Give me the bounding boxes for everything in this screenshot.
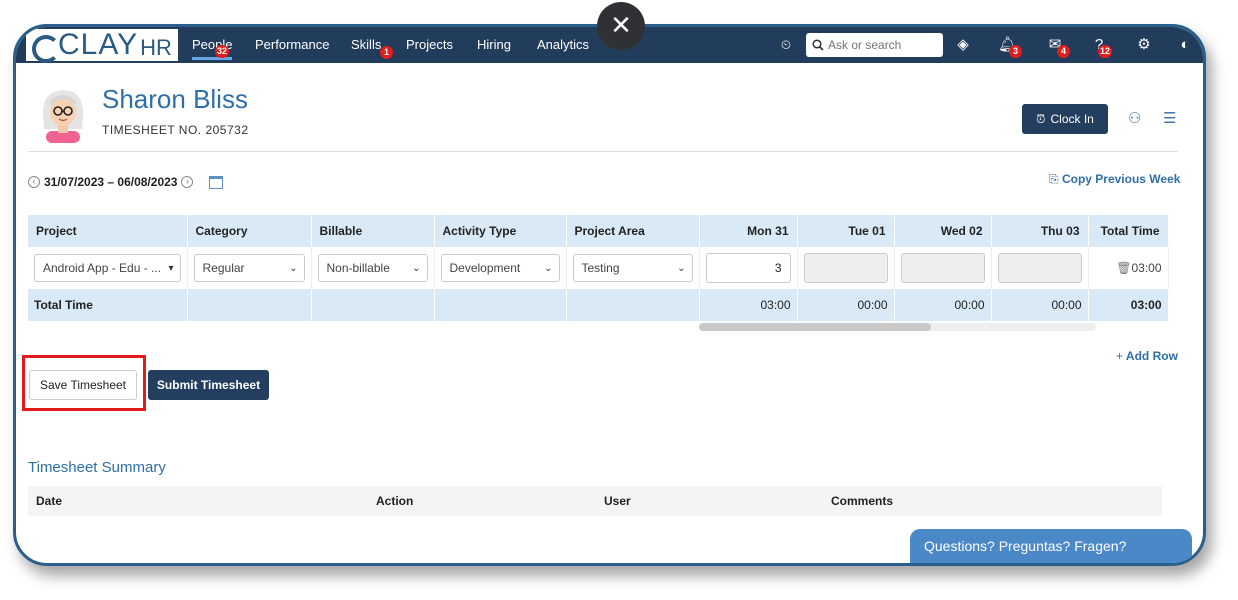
column-header: Project Area [566,215,700,247]
caret-down-icon: ▾ [168,262,174,274]
search-box[interactable] [806,33,943,57]
list-view-icon[interactable]: ☰ [1163,109,1176,127]
close-overlay-button[interactable]: ✕ [597,2,645,50]
copy-previous-week-label: Copy Previous Week [1061,172,1181,186]
nav-hiring[interactable]: Hiring [477,37,511,52]
calendar-icon[interactable] [209,175,224,189]
nav-analytics[interactable]: Analytics [537,37,589,52]
activity-type-select[interactable]: Development ⌄ [440,254,560,282]
summary-column-header: Comments [831,494,894,508]
layers-icon[interactable]: ◈ [954,36,972,54]
logo-mark-icon [30,32,60,63]
timesheet-table: Project Category Billable Activity Type … [28,215,1169,321]
week-range: 31/07/2023 – 06/08/2023 [44,175,178,189]
column-header: Total Time [1088,215,1169,247]
nav-projects[interactable]: Projects [406,37,453,52]
clock-in-label: Clock In [1050,112,1094,126]
column-header: Mon 31 [699,215,798,247]
chevron-down-icon: ⌄ [412,262,421,274]
employee-name: Sharon Bliss [102,84,248,114]
column-header: Activity Type [434,215,567,247]
project-area-select[interactable]: Testing ⌄ [572,254,693,282]
chevron-down-icon: ⌄ [289,262,298,274]
clock-icon[interactable]: ⏲ [777,36,795,54]
nav-performance[interactable]: Performance [255,37,329,52]
chevron-down-icon: ⌄ [677,262,686,274]
column-header: Wed 02 [894,215,992,247]
column-header: Category [187,215,312,247]
profile-icon[interactable]: ⚇ [1128,109,1141,127]
save-timesheet-button[interactable]: Save Timesheet [29,370,137,400]
alarm-clock-icon: ⏰︎ [1036,111,1046,126]
column-header: Billable [311,215,435,247]
row-total: 03:00 [1131,261,1162,275]
table-header-row: Project Category Billable Activity Type … [28,215,1169,247]
summary-column-header: User [604,494,631,508]
submit-timesheet-button[interactable]: Submit Timesheet [148,370,269,400]
summary-column-header: Action [376,494,414,508]
skills-badge: 1 [380,46,393,59]
timesheet-number: TIMESHEET NO. 205732 [102,123,249,137]
mon-hours-input[interactable]: 3 [705,253,791,283]
summary-header-row: Date Action User Comments [28,486,1162,516]
column-header: Thu 03 [991,215,1089,247]
add-row-link[interactable]: + Add Row [1116,349,1178,363]
grand-total: 03:00 [1088,289,1169,321]
mail-badge: 4 [1057,45,1070,58]
activity-type-value: Development [449,261,521,275]
project-area-value: Testing [581,261,620,275]
trash-icon[interactable]: 🗑︎ [1116,261,1131,275]
summary-column-header: Date [36,494,63,508]
project-select[interactable]: Android App - Edu - ... ▾ [34,254,181,282]
thu-hours-input[interactable] [997,253,1082,283]
column-header: Tue 01 [797,215,895,247]
next-week-icon[interactable]: › [181,176,194,188]
tue-total: 00:00 [797,289,895,321]
timesheet-summary-title: Timesheet Summary [28,459,166,476]
copy-previous-week-link[interactable]: ⎘ Copy Previous Week [1049,172,1180,187]
billable-select[interactable]: Non-billable ⌄ [317,254,428,282]
clock-in-button[interactable]: ⏰︎ Clock In [1022,104,1108,134]
wed-hours-input[interactable] [900,253,985,283]
mon-total: 03:00 [699,289,798,321]
add-row-label: Add Row [1125,349,1178,363]
clayhr-logo[interactable]: CLAY HR [26,28,178,63]
table-row: Android App - Edu - ... ▾ Regular ⌄ Non-bi… [28,247,1169,289]
wed-total: 00:00 [894,289,992,321]
horizontal-scrollbar[interactable] [699,323,931,331]
category-select[interactable]: Regular ⌄ [193,254,305,282]
help-badge: 12 [1098,45,1113,58]
tue-hours-input[interactable] [803,253,888,283]
week-selector: ‹ 31/07/2023 – 06/08/2023 › [28,175,224,189]
user-avatar-icon[interactable]: ◐ [1178,36,1192,54]
nav-skills[interactable]: Skills [351,37,381,52]
notifications-badge: 3 [1009,45,1022,58]
app-window: CLAY HR People 32 Performance Skills 1 P… [13,24,1206,566]
search-icon [812,39,824,51]
employee-avatar [38,85,88,143]
previous-week-icon[interactable]: ‹ [28,176,40,188]
thu-total: 00:00 [991,289,1089,321]
chevron-down-icon: ⌄ [544,262,553,274]
logo-suffix: HR [140,35,172,60]
total-row: Total Time 03:00 00:00 00:00 00:00 03:00 [28,289,1169,321]
search-input[interactable] [828,38,940,52]
gear-icon[interactable]: ⚙ [1135,36,1153,54]
people-badge: 32 [215,45,230,58]
total-label: Total Time [28,289,188,321]
billable-value: Non-billable [326,261,390,275]
header-divider [28,151,1178,152]
copy-icon: ⎘ [1049,172,1059,186]
project-value: Android App - Edu - ... [43,261,162,275]
column-header: Project [28,215,188,247]
help-chat-tab[interactable]: Questions? Preguntas? Fragen? [910,529,1192,563]
category-value: Regular [202,261,245,275]
plus-icon: + [1116,349,1124,363]
logo-text: CLAY [58,28,139,61]
